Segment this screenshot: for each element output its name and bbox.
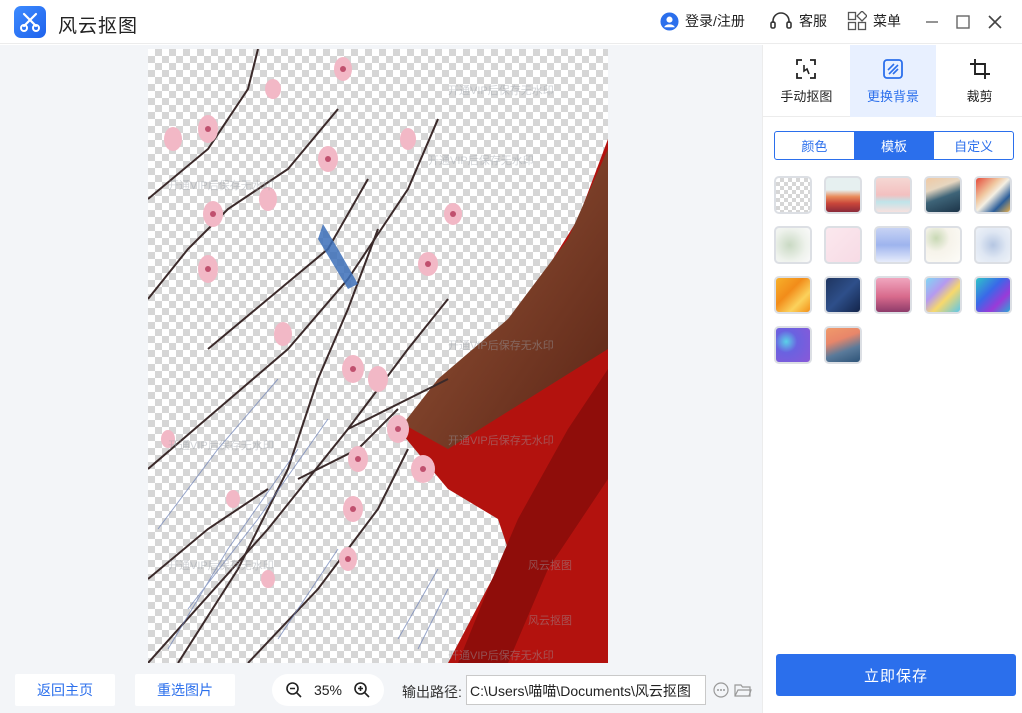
canvas-workspace: 开通VIP后保存无水印 开通VIP后保存无水印 开通VIP后保存无水印 开通VI… — [0, 45, 762, 665]
watermark-text: 风云抠图 — [528, 613, 572, 627]
login-register-label: 登录/注册 — [685, 13, 745, 29]
maximize-icon — [956, 15, 970, 29]
background-type-selector: 颜色 模板 自定义 — [774, 131, 1014, 160]
template-thumb[interactable] — [824, 276, 862, 314]
template-thumb[interactable] — [774, 326, 812, 364]
watermark-text: 开通VIP后保存无水印 — [168, 438, 274, 452]
save-now-button[interactable]: 立即保存 — [776, 654, 1016, 696]
login-register-button[interactable]: 登录/注册 — [660, 11, 745, 31]
tab-label: 裁剪 — [966, 88, 993, 104]
menu-button[interactable]: 菜单 — [847, 11, 901, 31]
customer-service-label: 客服 — [799, 13, 827, 29]
template-thumb[interactable] — [924, 226, 962, 264]
tab-crop[interactable]: 裁剪 — [936, 45, 1022, 117]
minimize-button[interactable] — [920, 10, 944, 34]
template-thumb[interactable] — [774, 276, 812, 314]
watermark-text: 开通VIP后保存无水印 — [448, 648, 554, 662]
zoom-level: 35% — [313, 682, 343, 698]
template-thumb[interactable] — [974, 226, 1012, 264]
template-thumb[interactable] — [824, 326, 862, 364]
watermark-text: 风云抠图 — [528, 558, 572, 572]
more-options-icon[interactable] — [713, 682, 729, 698]
watermark-text: 开通VIP后保存无水印 — [168, 558, 274, 572]
return-home-button[interactable]: 返回主页 — [15, 674, 115, 706]
tab-manual-cutout[interactable]: 手动抠图 — [763, 45, 850, 117]
blue-branch-fragment — [318, 224, 358, 289]
watermark-text: 开通VIP后保存无水印 — [448, 83, 554, 97]
bottom-toolbar: 返回主页 重选图片 35% 输出路径: C:\Users\喵喵\Document… — [0, 665, 762, 713]
zoom-control: 35% — [272, 674, 384, 706]
close-button[interactable] — [983, 10, 1007, 34]
right-panel: 手动抠图 更换背景 裁剪 颜色 模板 自定义 立即保存 — [762, 45, 1022, 713]
app-logo-icon — [14, 6, 46, 38]
segment-custom[interactable]: 自定义 — [933, 132, 1013, 159]
output-path-label: 输出路径: — [402, 684, 462, 700]
watermark-text: 开通VIP后保存无水印 — [448, 338, 554, 352]
title-bar: 风云抠图 登录/注册 客服 菜单 — [0, 0, 1022, 44]
tab-change-background[interactable]: 更换背景 — [849, 45, 937, 117]
watermark-text: 开通VIP后保存无水印 — [168, 178, 274, 192]
template-thumb[interactable] — [924, 176, 962, 214]
maximize-button[interactable] — [951, 10, 975, 34]
crop-icon — [969, 58, 990, 79]
customer-service-button[interactable]: 客服 — [769, 11, 827, 31]
template-thumb[interactable] — [974, 176, 1012, 214]
manual-cutout-icon — [796, 58, 817, 79]
output-path-field[interactable]: C:\Users\喵喵\Documents\风云抠图 — [466, 675, 706, 705]
cutout-artwork: 开通VIP后保存无水印 开通VIP后保存无水印 开通VIP后保存无水印 开通VI… — [148, 49, 608, 663]
watermark-text: 开通VIP后保存无水印 — [428, 153, 534, 167]
template-thumb[interactable] — [874, 276, 912, 314]
menu-label: 菜单 — [873, 13, 901, 29]
minimize-icon — [926, 21, 938, 23]
change-background-icon — [883, 58, 903, 79]
template-thumb[interactable] — [874, 176, 912, 214]
grid-menu-icon — [847, 11, 867, 31]
user-icon — [660, 11, 679, 31]
template-thumb-transparent[interactable] — [774, 176, 812, 214]
template-thumb[interactable] — [874, 226, 912, 264]
mode-tabs: 手动抠图 更换背景 裁剪 — [763, 45, 1022, 117]
reselect-image-button[interactable]: 重选图片 — [135, 674, 235, 706]
watermark-text: 开通VIP后保存无水印 — [448, 433, 554, 447]
template-thumb[interactable] — [924, 276, 962, 314]
zoom-out-icon[interactable] — [285, 681, 303, 699]
zoom-in-icon[interactable] — [353, 681, 371, 699]
cutout-preview-image[interactable]: 开通VIP后保存无水印 开通VIP后保存无水印 开通VIP后保存无水印 开通VI… — [148, 49, 608, 663]
close-icon — [988, 15, 1002, 29]
app-title: 风云抠图 — [58, 16, 139, 37]
tab-label: 更换背景 — [867, 88, 920, 104]
segment-template[interactable]: 模板 — [853, 132, 934, 159]
template-thumb[interactable] — [824, 226, 862, 264]
headset-icon — [770, 12, 792, 29]
tab-label: 手动抠图 — [780, 88, 833, 104]
segment-color[interactable]: 颜色 — [775, 132, 854, 159]
open-folder-icon[interactable] — [734, 682, 752, 698]
template-thumb[interactable] — [824, 176, 862, 214]
template-thumb[interactable] — [974, 276, 1012, 314]
template-thumb[interactable] — [774, 226, 812, 264]
